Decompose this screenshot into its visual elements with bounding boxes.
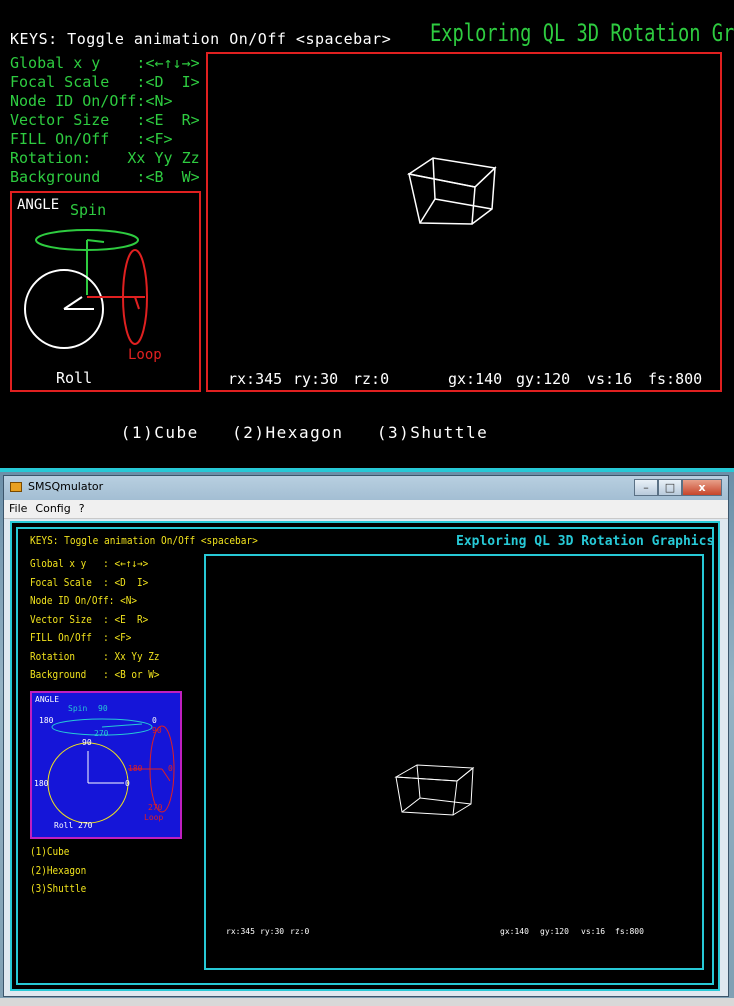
spin-label: Spin (70, 201, 107, 219)
shape-menu: (1)Cube (2)Hexagon (3)Shuttle (54, 404, 488, 461)
key-global-xy: Global x y :<←↑↓→> (10, 54, 200, 72)
emu-loop-label: Loop (144, 813, 164, 822)
key-node-id: Node ID On/Off:<N> (10, 92, 173, 110)
key-background: Background :<B W> (10, 168, 200, 186)
emu-key-focal-scale: Focal Scale : <D I> (30, 575, 149, 589)
menu-config[interactable]: Config (30, 500, 73, 515)
emu-roll-180: 180 (34, 779, 49, 788)
maximize-button[interactable]: □ (658, 479, 682, 496)
emu-angle-label: ANGLE (35, 695, 60, 704)
taskbar-strip (0, 998, 734, 1006)
emu-spin-0: 0 (152, 716, 157, 725)
emu-key-fill: FILL On/Off : <F> (30, 631, 132, 644)
emu-roll-0: 0 (125, 779, 130, 788)
status-gy: gy:120 (516, 370, 571, 388)
emu-shape-hexagon-option[interactable]: (2)Hexagon (30, 862, 86, 881)
window-title: SMSQmulator (28, 480, 104, 493)
emulator-screen[interactable]: KEYS: Toggle animation On/Off <spacebar>… (10, 521, 720, 991)
emu-key-list: Global x y : <←↑↓→> Focal Scale : <D I> … (30, 555, 159, 685)
emu-spin-270: 270 (94, 729, 109, 738)
3d-viewport[interactable] (206, 52, 722, 392)
angle-label: ANGLE (17, 197, 60, 213)
emu-key-vector-size: Vector Size : <E R> (30, 612, 149, 626)
emu-cube-wireframe (394, 764, 475, 816)
emu-status-gy: gy:120 (540, 927, 569, 936)
app-icon (10, 482, 22, 492)
emu-keys-title: KEYS: Toggle animation On/Off <spacebar> (30, 534, 258, 547)
emu-loop-0: 0 (168, 764, 173, 773)
emu-status-vs: vs:16 (581, 927, 606, 936)
emu-key-background: Background : <B or W> (30, 668, 160, 681)
loop-label: Loop (128, 347, 162, 363)
status-gx: gx:140 (448, 370, 503, 388)
emu-3d-viewport[interactable] (204, 554, 704, 970)
menubar: File Config? (4, 500, 728, 519)
key-list: Global x y :<←↑↓→> Focal Scale :<D I> No… (10, 54, 200, 187)
shape-shuttle-option[interactable]: (3)Shuttle (377, 423, 488, 442)
close-button[interactable]: x (682, 479, 722, 496)
rotation-gizmo (24, 229, 148, 349)
emu-status-ry: ry:30 (260, 927, 285, 936)
emu-angle-panel: ANGLE Spin 90 180 0 270 90 90 180 0 180 … (30, 691, 182, 839)
emu-shape-shuttle-option[interactable]: (3)Shuttle (30, 880, 86, 899)
desktop-background: SMSQmulator – □ x File Config? KEYS: Togg… (0, 472, 734, 1006)
roll-label: Roll (56, 369, 93, 387)
status-vs: vs:16 (587, 370, 633, 388)
emu-roll-label: Roll (54, 821, 74, 830)
emu-loop-180: 180 (128, 764, 143, 773)
emu-key-node-id: Node ID On/Off: <N> (30, 594, 137, 607)
emu-loop-90: 90 (152, 726, 162, 735)
emu-spin-label: Spin (68, 704, 88, 713)
emu-key-rotation: Rotation : Xx Yy Zz (30, 649, 160, 663)
window-controls: – □ x (634, 479, 722, 496)
key-fill: FILL On/Off :<F> (10, 130, 173, 148)
ql-screen-top: KEYS: Toggle animation On/Off <spacebar>… (0, 0, 734, 468)
emu-status-rz: rz:0 (290, 927, 310, 936)
menu-help[interactable]: ? (74, 500, 88, 515)
status-ry: ry:30 (293, 370, 339, 388)
emu-shape-menu: (1)Cube (2)Hexagon (3)Shuttle (30, 843, 86, 899)
emu-roll-90: 90 (82, 738, 92, 747)
emu-loop-270: 270 (148, 803, 163, 812)
emu-status-rx: rx:345 (226, 927, 255, 936)
emu-spin-90: 90 (98, 704, 108, 713)
emu-status-gx: gx:140 (500, 927, 529, 936)
emu-app-title: Exploring QL 3D Rotation Graphics (456, 534, 715, 549)
key-focal-scale: Focal Scale :<D I> (10, 73, 200, 91)
emulator-inner-frame: KEYS: Toggle animation On/Off <spacebar>… (16, 527, 714, 985)
status-fs: fs:800 (648, 370, 703, 388)
emulator-window: SMSQmulator – □ x File Config? KEYS: Togg… (3, 475, 729, 997)
shape-hexagon-option[interactable]: (2)Hexagon (232, 423, 343, 442)
emu-spin-180: 180 (39, 716, 54, 725)
emu-roll-270: 270 (78, 821, 93, 830)
shape-cube-option[interactable]: (1)Cube (121, 423, 199, 442)
minimize-button[interactable]: – (634, 479, 658, 496)
angle-panel: ANGLE Spin Loop Roll (10, 191, 201, 392)
app-title: Exploring QL 3D Rotation Graphics (430, 19, 734, 47)
status-rx: rx:345 (228, 370, 283, 388)
keys-title: KEYS: Toggle animation On/Off <spacebar> (10, 30, 392, 48)
emu-status-fs: fs:800 (615, 927, 644, 936)
key-vector-size: Vector Size :<E R> (10, 111, 200, 129)
cube-wireframe (407, 157, 497, 225)
emu-shape-cube-option[interactable]: (1)Cube (30, 843, 86, 862)
key-rotation: Rotation: Xx Yy Zz (10, 149, 200, 167)
menu-file[interactable]: File (4, 500, 30, 515)
emu-key-global-xy: Global x y : <←↑↓→> (30, 557, 149, 570)
status-rz: rz:0 (353, 370, 390, 388)
page: KEYS: Toggle animation On/Off <spacebar>… (0, 0, 734, 1006)
window-titlebar[interactable]: SMSQmulator – □ x (4, 476, 728, 500)
